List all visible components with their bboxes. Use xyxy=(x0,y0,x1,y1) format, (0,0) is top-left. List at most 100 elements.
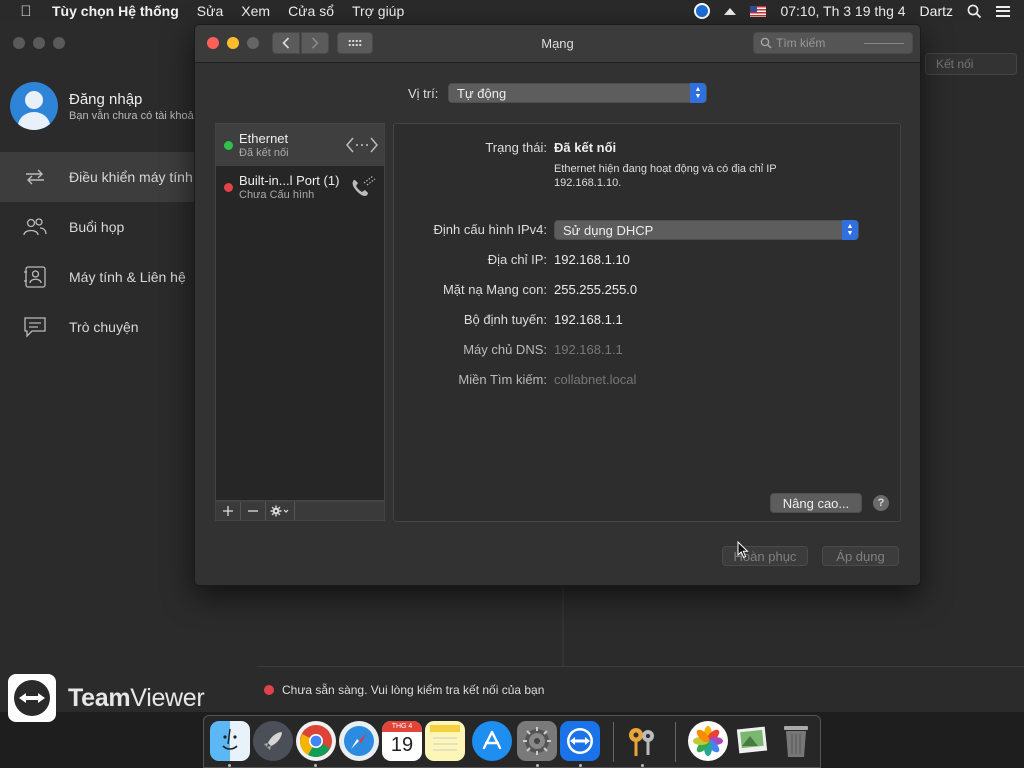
router-label: Bộ định tuyến: xyxy=(463,312,547,327)
ip-address-label: Địa chỉ IP: xyxy=(487,252,547,267)
menu-bar:  Tùy chọn Hệ thống Sửa Xem Cửa sổ Trợ g… xyxy=(0,0,1024,22)
teamviewer-logo: TeamViewer xyxy=(8,674,205,722)
system-preferences-icon[interactable] xyxy=(517,721,557,761)
brand-name-bold: Team xyxy=(68,683,131,712)
notes-icon[interactable] xyxy=(425,721,465,761)
keychain-access-icon[interactable] xyxy=(622,721,662,761)
avatar[interactable] xyxy=(10,82,58,130)
apply-button[interactable]: Áp dụng xyxy=(822,546,899,566)
ip-address-value: 192.168.1.10 xyxy=(554,252,630,267)
service-name: Built-in...l Port (1) xyxy=(239,173,340,188)
people-icon xyxy=(22,216,48,238)
menubar-clock[interactable]: 07:10, Th 3 19 thg 4 xyxy=(780,3,905,19)
service-status: Chưa Cấu hình xyxy=(239,189,315,201)
status-description-line1: Ethernet hiện đang hoạt động và có địa c… xyxy=(554,163,777,175)
preview-icon[interactable] xyxy=(732,721,772,761)
apply-label: Áp dụng xyxy=(836,548,885,564)
service-list: Ethernet Đã kết nối Built-in...l Port (1… xyxy=(215,123,385,501)
search-domain-value: collabnet.local xyxy=(554,372,637,387)
chrome-icon[interactable] xyxy=(296,721,336,761)
tv-minimize-button[interactable] xyxy=(33,37,45,49)
popup-stepper-icon: ▲ ▼ xyxy=(842,220,858,240)
teamviewer-status-bar: Chưa sẵn sàng. Vui lòng kiểm tra kết nối… xyxy=(257,666,1024,712)
apple-menu-icon[interactable]:  xyxy=(0,3,52,20)
remove-service-button[interactable] xyxy=(241,502,266,520)
contacts-icon xyxy=(22,266,48,288)
status-green-dot xyxy=(224,141,233,150)
ethernet-arrows-icon xyxy=(346,132,378,158)
dns-server-value: 192.168.1.1 xyxy=(554,342,623,357)
status-description: Ethernet hiện đang hoạt động và có địa c… xyxy=(554,162,834,190)
login-title: Đăng nhập xyxy=(69,90,143,108)
revert-button[interactable]: Hoàn phục xyxy=(722,546,808,566)
network-detail-panel: Trạng thái: Đã kết nối Ethernet hiện đan… xyxy=(393,123,901,522)
phone-icon xyxy=(346,174,378,200)
teamviewer-logo-icon xyxy=(8,674,56,722)
add-service-button[interactable] xyxy=(216,502,241,520)
menu-edit[interactable]: Sửa xyxy=(197,3,224,19)
service-actions-button[interactable] xyxy=(266,502,295,520)
calendar-day: 19 xyxy=(390,734,414,756)
sidebar-item-label: Buổi họp xyxy=(69,219,125,235)
location-value: Tự động xyxy=(457,85,507,101)
status-description-line2: 192.168.1.10. xyxy=(554,177,622,189)
input-source-flag-icon[interactable] xyxy=(750,5,767,17)
menu-view[interactable]: Xem xyxy=(241,3,270,19)
calendar-icon[interactable]: THG 4 19 xyxy=(382,721,422,761)
brand-name-rest: Viewer xyxy=(130,683,205,712)
minus-icon xyxy=(248,510,258,512)
location-row: Vị trí: Tự động ▲ ▼ xyxy=(195,83,920,103)
sidebar-item-label: Trò chuyện xyxy=(69,319,139,335)
dns-server-label: Máy chủ DNS: xyxy=(463,342,547,357)
calendar-month: THG 4 xyxy=(382,721,422,732)
service-name: Ethernet xyxy=(239,131,289,146)
menubar-user[interactable]: Dartz xyxy=(920,3,953,19)
search-input[interactable]: Tìm kiếm xyxy=(753,32,913,54)
teamviewer-status-icon[interactable] xyxy=(694,3,711,19)
status-red-dot xyxy=(224,183,233,192)
ipv4-config-select[interactable]: Sử dụng DHCP ▲ ▼ xyxy=(554,220,859,240)
network-preferences-window: Mạng Tìm kiếm Vị trí: Tự động ▲ ▼ Etherne… xyxy=(194,24,921,586)
help-button[interactable]: ? xyxy=(873,495,889,511)
trash-icon[interactable] xyxy=(776,721,816,761)
eject-icon[interactable] xyxy=(724,7,737,15)
spotlight-search-icon[interactable] xyxy=(967,4,982,19)
popup-stepper-icon: ▲ ▼ xyxy=(690,83,706,103)
location-select[interactable]: Tự động ▲ ▼ xyxy=(448,83,707,103)
finder-icon[interactable] xyxy=(210,721,250,761)
teamviewer-dock-icon[interactable] xyxy=(560,721,600,761)
tv-close-button[interactable] xyxy=(13,37,25,49)
tv-zoom-button[interactable] xyxy=(53,37,65,49)
login-subtitle: Bạn vẫn chưa có tài khoản xyxy=(69,109,200,122)
safari-icon[interactable] xyxy=(339,721,379,761)
advanced-button[interactable]: Nâng cao... xyxy=(770,493,862,513)
subnet-mask-label: Mặt nạ Mạng con: xyxy=(442,282,547,297)
menu-window[interactable]: Cửa sổ xyxy=(288,3,334,19)
menu-app-name[interactable]: Tùy chọn Hệ thống xyxy=(52,3,179,19)
search-placeholder: Tìm kiếm xyxy=(776,36,826,50)
arrows-swap-icon xyxy=(22,166,48,188)
notification-center-icon[interactable] xyxy=(996,5,1010,17)
mouse-cursor-icon xyxy=(737,541,749,559)
location-label: Vị trí: xyxy=(408,86,439,101)
service-item-ethernet[interactable]: Ethernet Đã kết nối xyxy=(216,124,384,166)
ipv4-config-value: Sử dụng DHCP xyxy=(563,222,654,238)
login-section[interactable]: Đăng nhập Bạn vẫn chưa có tài khoản xyxy=(10,82,200,130)
sidebar-item-label: Máy tính & Liên hệ xyxy=(69,269,186,285)
menu-help[interactable]: Trợ giúp xyxy=(352,3,404,19)
photos-icon[interactable] xyxy=(688,721,728,761)
search-domain-label: Miền Tìm kiếm: xyxy=(458,372,547,387)
dock: THG 4 19 xyxy=(203,715,821,768)
help-icon: ? xyxy=(877,497,885,509)
status-red-dot xyxy=(264,684,274,695)
service-list-toolbar xyxy=(215,501,385,521)
status-value: Đã kết nối xyxy=(554,140,617,155)
launchpad-icon[interactable] xyxy=(253,721,293,761)
network-titlebar: Mạng Tìm kiếm xyxy=(195,25,920,63)
service-status: Đã kết nối xyxy=(239,147,289,159)
chat-icon xyxy=(22,316,48,338)
service-item-builtin-port[interactable]: Built-in...l Port (1) Chưa Cấu hình xyxy=(216,166,384,208)
router-value: 192.168.1.1 xyxy=(554,312,623,327)
ipv4-config-label: Định cấu hình IPv4: xyxy=(433,222,547,237)
app-store-icon[interactable] xyxy=(472,721,512,761)
